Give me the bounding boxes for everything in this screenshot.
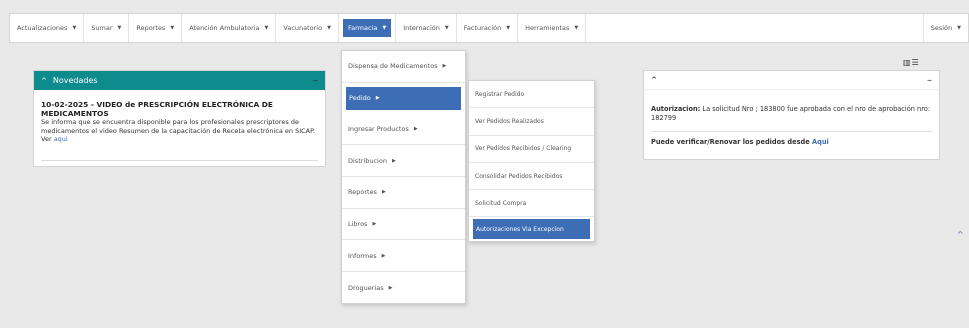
- nav-farmacia[interactable]: Farmacia ▼: [339, 14, 397, 42]
- chevron-up-icon[interactable]: ^: [41, 77, 47, 85]
- submenu-item-ver-pedidos-recibidos[interactable]: Ver Pedidos Recibidos / Clearing: [469, 136, 594, 163]
- menu-item-distribucion[interactable]: Distribucion ▶: [342, 145, 465, 178]
- news-title: 10-02-2025 - VIDEO de PRESCRIPCIÓN ELECT…: [41, 100, 273, 118]
- list-view-icon[interactable]: ☰: [912, 58, 920, 67]
- nav-vacunatorio[interactable]: Vacunatorio ▼: [276, 14, 339, 42]
- nav-label: Herramientas: [525, 24, 570, 32]
- novedades-body: 10-02-2025 - VIDEO de PRESCRIPCIÓN ELECT…: [34, 90, 325, 162]
- divider: [41, 160, 318, 162]
- caret-right-icon: ▶: [381, 252, 386, 259]
- menu-item-label: Reportes: [348, 188, 377, 197]
- menu-item-libros[interactable]: Libros ▶: [342, 209, 465, 241]
- grid-view-icon[interactable]: ▥: [903, 58, 912, 67]
- novedades-title: Novedades: [52, 76, 98, 85]
- menu-item-reportes[interactable]: Reportes ▶: [342, 177, 465, 209]
- nav-label: Farmacia: [347, 24, 378, 32]
- caret-right-icon: ▶: [372, 221, 377, 228]
- menu-item-label: Informes: [348, 251, 377, 260]
- nav-label: Actualizaciones: [17, 24, 68, 32]
- caret-right-icon: ▶: [388, 284, 393, 291]
- nav-herramientas[interactable]: Herramientas ▼: [518, 14, 587, 42]
- submenu-item-autorizaciones[interactable]: Autorizaciones Via Excepcion: [473, 219, 590, 240]
- chevron-up-icon[interactable]: ^: [651, 76, 657, 84]
- caret-down-icon: ▼: [957, 25, 961, 31]
- nav-label: Reportes: [136, 24, 166, 32]
- caret-right-icon: ▶: [413, 126, 418, 133]
- caret-down-icon: ▼: [170, 25, 175, 31]
- submenu-item-ver-pedidos-realizados[interactable]: Ver Pedidos Realizados: [469, 108, 594, 136]
- renew-line: Puede verificar/Renovar los pedidos desd…: [644, 132, 939, 146]
- submenu-item-registrar-pedido[interactable]: Registrar Pedido: [469, 81, 594, 109]
- news-text: Se informa que se encuentra disponible p…: [41, 118, 318, 144]
- caret-right-icon: ▶: [442, 63, 447, 70]
- submenu-item-label: Ver Pedidos Recibidos / Clearing: [475, 145, 572, 153]
- nav-farmacia-pill[interactable]: Farmacia ▼: [342, 19, 392, 37]
- menu-item-label: Distribucion: [348, 156, 387, 165]
- autorizacion-panel: ^ – Autorizacion: La solicitud Nro ; 183…: [643, 70, 940, 160]
- caret-down-icon: ▼: [72, 25, 77, 31]
- renew-link[interactable]: Aqui: [812, 138, 829, 146]
- novedades-panel: ^ Novedades – 10-02-2025 - VIDEO de PRES…: [33, 70, 326, 167]
- minimize-icon[interactable]: –: [313, 75, 318, 86]
- caret-down-icon: ▼: [327, 25, 331, 31]
- caret-right-icon: ▶: [391, 157, 396, 164]
- nav-atencion-ambulatoria[interactable]: Atención Ambulatoria ▼: [182, 14, 277, 42]
- menu-item-label: Ingresar Productos: [348, 125, 409, 134]
- menu-item-dispensa[interactable]: Dispensa de Medicamentos ▶: [342, 51, 465, 83]
- caret-down-icon: ▼: [506, 25, 511, 31]
- farmacia-dropdown: Dispensa de Medicamentos ▶ Pedido ▶ Ingr…: [341, 50, 466, 304]
- nav-reportes[interactable]: Reportes ▼: [129, 14, 183, 42]
- nav-label: Vacunatorio: [283, 24, 323, 32]
- nav-label: Sumar: [91, 24, 113, 32]
- news-link[interactable]: aqui: [54, 135, 68, 143]
- caret-down-icon: ▼: [444, 25, 449, 31]
- menu-item-label: Droguerias: [348, 283, 384, 292]
- nav-label: Sesión: [930, 24, 953, 32]
- minimize-icon[interactable]: –: [927, 75, 932, 86]
- submenu-item-solicitud-compra[interactable]: Solicitud Compra: [469, 190, 594, 218]
- renew-text: Puede verificar/Renovar los pedidos desd…: [651, 138, 810, 146]
- caret-down-icon: ▼: [574, 25, 579, 31]
- layout-toggle: ▥☰: [903, 58, 920, 67]
- autorizacion-header: ^ –: [644, 71, 939, 90]
- nav-label: Atención Ambulatoria: [189, 24, 260, 32]
- nav-label: Internación: [403, 24, 440, 32]
- nav-label: Facturación: [463, 24, 502, 32]
- caret-down-icon: ▼: [117, 25, 122, 31]
- submenu-item-label: Registrar Pedido: [475, 90, 525, 98]
- submenu-item-consolidar-pedidos[interactable]: Consolidar Pedidos Recibidos: [469, 163, 594, 191]
- menu-item-ingresar-productos[interactable]: Ingresar Productos ▶: [342, 114, 465, 146]
- autorizacion-message: Autorizacion: La solicitud Nro ; 183800 …: [644, 90, 939, 123]
- menu-item-label: Libros: [348, 220, 368, 229]
- menu-item-label: Pedido: [349, 94, 371, 103]
- nav-sumar[interactable]: Sumar ▼: [84, 14, 130, 42]
- caret-right-icon: ▶: [375, 95, 380, 102]
- menu-item-label: Dispensa de Medicamentos: [348, 62, 438, 71]
- pedido-submenu: Registrar Pedido Ver Pedidos Realizados …: [468, 80, 595, 242]
- scroll-up-icon[interactable]: ^: [957, 230, 964, 239]
- nav-sesion[interactable]: Sesión ▼: [922, 14, 968, 42]
- menu-item-droguerias[interactable]: Droguerias ▶: [342, 272, 465, 304]
- autorizacion-label: Autorizacion:: [651, 105, 701, 113]
- menu-item-pedido[interactable]: Pedido ▶: [346, 86, 461, 110]
- nav-internacion[interactable]: Internación ▼: [396, 14, 457, 42]
- submenu-item-label: Autorizaciones Via Excepcion: [476, 225, 564, 233]
- submenu-item-label: Ver Pedidos Realizados: [475, 117, 544, 125]
- caret-right-icon: ▶: [381, 189, 386, 196]
- submenu-item-label: Solicitud Compra: [475, 199, 527, 207]
- nav-facturacion[interactable]: Facturación ▼: [457, 14, 519, 42]
- news-body: Se informa que se encuentra disponible p…: [41, 118, 316, 144]
- nav-actualizaciones[interactable]: Actualizaciones ▼: [10, 14, 85, 42]
- novedades-header[interactable]: ^ Novedades –: [34, 71, 325, 90]
- caret-down-icon: ▼: [264, 25, 269, 31]
- caret-down-icon: ▼: [382, 25, 387, 31]
- menu-item-informes[interactable]: Informes ▶: [342, 240, 465, 273]
- top-navbar: Actualizaciones ▼ Sumar ▼ Reportes ▼ Ate…: [9, 13, 969, 43]
- submenu-item-label: Consolidar Pedidos Recibidos: [475, 172, 563, 180]
